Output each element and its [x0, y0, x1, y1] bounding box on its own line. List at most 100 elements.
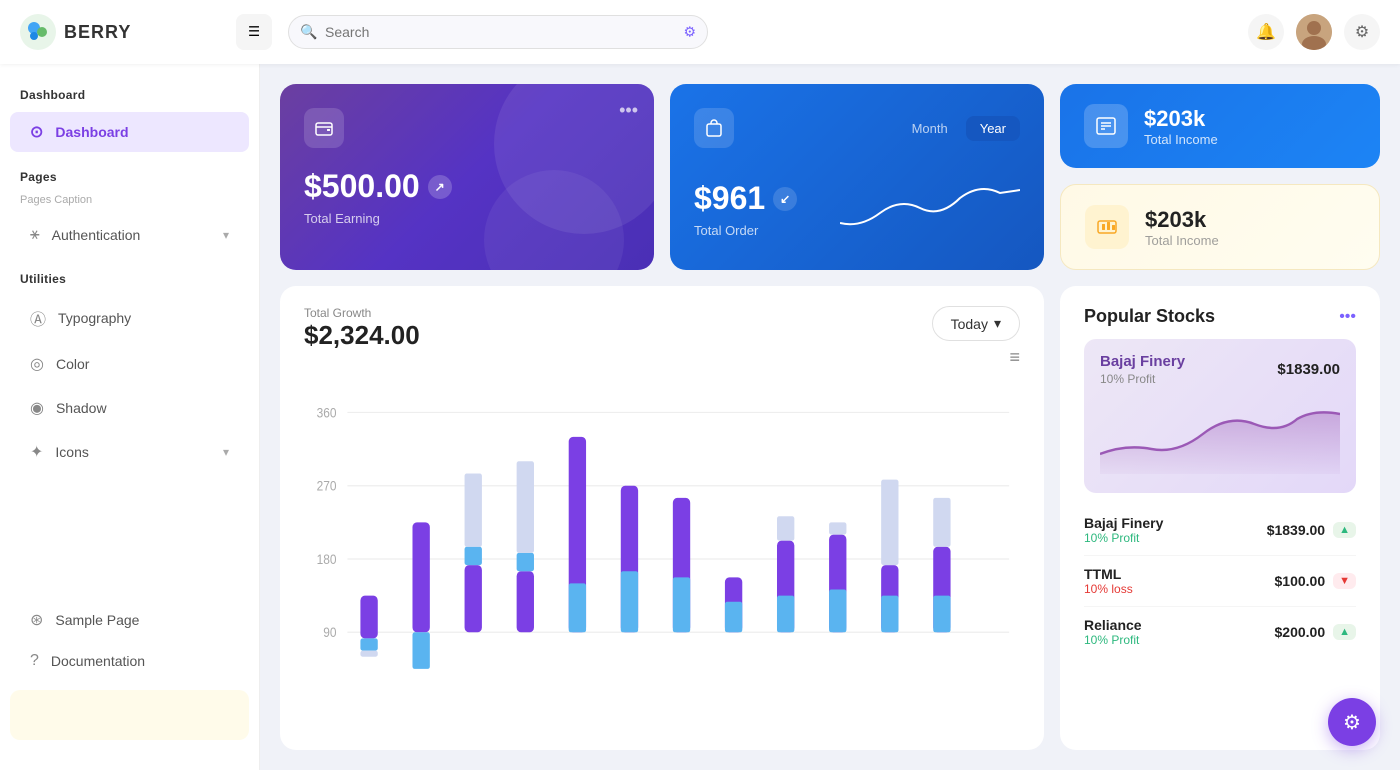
order-card-bottom: $961 ↙ Total Order [694, 160, 1020, 238]
card-total-order: Month Year $961 ↙ Total Order [670, 84, 1044, 270]
featured-stock-profit: 10% Profit [1100, 372, 1185, 386]
avatar-image [1296, 14, 1332, 50]
color-icon: ◎ [30, 354, 44, 374]
main-content: ••• $500.00 ↗ Total Earning [260, 64, 1400, 770]
featured-stock-header: Bajaj Finery 10% Profit $1839.00 [1100, 353, 1340, 386]
stocks-card: Popular Stocks ••• Bajaj Finery 10% Prof… [1060, 286, 1380, 750]
order-wave-chart [840, 178, 1020, 238]
ttml-profit: 10% loss [1084, 582, 1133, 596]
today-label: Today [951, 316, 988, 332]
chart-title-area: Total Growth $2,324.00 [304, 306, 420, 351]
order-label: Total Order [694, 223, 797, 238]
tab-month[interactable]: Month [898, 116, 962, 141]
income-blue-label: Total Income [1144, 132, 1218, 147]
today-filter-button[interactable]: Today ▾ [932, 306, 1020, 341]
chart-amount: $2,324.00 [304, 320, 420, 351]
dashboard-icon: ⊙ [30, 122, 43, 142]
search-input[interactable] [288, 15, 708, 49]
fab-settings-button[interactable]: ⚙ [1328, 698, 1376, 746]
stocks-menu-icon[interactable]: ••• [1339, 308, 1356, 326]
sidebar-typography-label: Typography [58, 310, 229, 326]
notification-button[interactable]: 🔔 [1248, 14, 1284, 50]
sidebar-icons-label: Icons [55, 444, 211, 460]
sidebar-dashboard-label: Dashboard [55, 124, 229, 140]
sidebar-section-utilities: Utilities [0, 268, 259, 294]
sidebar-item-shadow[interactable]: ◉ Shadow [10, 388, 249, 428]
ttml-info: TTML 10% loss [1084, 566, 1133, 596]
chart-header: Total Growth $2,324.00 Today ▾ ≡ [304, 306, 1020, 372]
sidebar-sample-label: Sample Page [55, 612, 229, 628]
sidebar-auth-label: Authentication [52, 227, 211, 243]
sidebar-item-documentation[interactable]: ? Documentation [10, 642, 249, 680]
sidebar-shadow-label: Shadow [56, 400, 229, 416]
settings-button[interactable]: ⚙ [1344, 14, 1380, 50]
sidebar-item-authentication[interactable]: ⚹ Authentication ▾ [10, 216, 249, 254]
ttml-trend-icon: ▼ [1333, 573, 1356, 589]
svg-text:90: 90 [323, 626, 336, 641]
stock-item-bajaj: Bajaj Finery 10% Profit $1839.00 ▲ [1084, 505, 1356, 556]
income-blue-icon [1084, 104, 1128, 148]
sidebar-section-pages: Pages [0, 166, 259, 192]
sample-page-icon: ⊛ [30, 610, 43, 630]
chart-menu-icon[interactable]: ≡ [1009, 347, 1020, 368]
chevron-icon: ▾ [994, 315, 1001, 332]
ttml-right: $100.00 ▼ [1275, 573, 1357, 589]
stocks-header: Popular Stocks ••• [1084, 306, 1356, 327]
reliance-trend-icon: ▲ [1333, 624, 1356, 640]
sidebar-item-sample-page[interactable]: ⊛ Sample Page [10, 600, 249, 640]
right-cards: $203k Total Income $203k [1060, 84, 1380, 270]
tab-year[interactable]: Year [966, 116, 1020, 141]
income-yellow-icon [1085, 205, 1129, 249]
berry-logo-icon [20, 14, 56, 50]
hamburger-button[interactable]: ☰ [236, 14, 272, 50]
bajaj-price: $1839.00 [1267, 522, 1325, 538]
svg-text:360: 360 [317, 406, 337, 421]
order-card-top: Month Year [694, 108, 1020, 148]
typography-icon: Ⓐ [30, 306, 46, 330]
sidebar-item-dashboard[interactable]: ⊙ Dashboard [10, 112, 249, 152]
ttml-name: TTML [1084, 566, 1133, 582]
app-name: BERRY [64, 22, 131, 43]
featured-stock: Bajaj Finery 10% Profit $1839.00 [1084, 339, 1356, 493]
chart-controls: Today ▾ ≡ [932, 306, 1020, 372]
sidebar: Dashboard ⊙ Dashboard Pages Pages Captio… [0, 64, 260, 770]
income-yellow-amount: $203k [1145, 207, 1219, 233]
sidebar-item-color[interactable]: ◎ Color [10, 344, 249, 384]
topbar: BERRY ☰ 🔍 ⚙ 🔔 ⚙ [0, 0, 1400, 64]
sidebar-docs-label: Documentation [51, 653, 229, 669]
search-icon: 🔍 [300, 24, 317, 41]
trend-down-icon: ↙ [773, 187, 797, 211]
featured-stock-chart [1100, 394, 1340, 474]
icons-icon: ✦ [30, 442, 43, 462]
ttml-price: $100.00 [1275, 573, 1326, 589]
gear-icon: ⚙ [1355, 22, 1369, 42]
sidebar-item-icons[interactable]: ✦ Icons ▾ [10, 432, 249, 472]
bajaj-right: $1839.00 ▲ [1267, 522, 1356, 538]
featured-stock-name: Bajaj Finery [1100, 353, 1185, 370]
chart-card: Total Growth $2,324.00 Today ▾ ≡ [280, 286, 1044, 750]
sidebar-footer [10, 690, 249, 740]
card-total-earning: ••• $500.00 ↗ Total Earning [280, 84, 654, 270]
filter-icon[interactable]: ⚙ [683, 24, 696, 41]
svg-text:180: 180 [317, 552, 337, 567]
trend-up-icon: ↗ [428, 175, 452, 199]
order-amount: $961 ↙ [694, 180, 797, 217]
stock-item-ttml: TTML 10% loss $100.00 ▼ [1084, 556, 1356, 607]
sidebar-section-dashboard: Dashboard [0, 84, 259, 110]
cards-row: ••• $500.00 ↗ Total Earning [280, 84, 1380, 270]
sidebar-item-typography[interactable]: Ⓐ Typography [10, 296, 249, 340]
fab-gear-icon: ⚙ [1343, 710, 1361, 735]
avatar[interactable] [1296, 14, 1332, 50]
sidebar-pages-caption: Pages Caption [0, 192, 259, 214]
wallet-icon [304, 108, 344, 148]
chevron-down-icon: ▾ [223, 228, 229, 242]
reliance-price: $200.00 [1275, 624, 1326, 640]
card-menu-icon[interactable]: ••• [619, 100, 638, 121]
bajaj-profit: 10% Profit [1084, 531, 1163, 545]
income-yellow-info: $203k Total Income [1145, 207, 1219, 248]
card-income-blue: $203k Total Income [1060, 84, 1380, 168]
bajaj-name: Bajaj Finery [1084, 515, 1163, 531]
income-yellow-label: Total Income [1145, 233, 1219, 248]
bottom-row: Total Growth $2,324.00 Today ▾ ≡ [280, 286, 1380, 750]
main-layout: Dashboard ⊙ Dashboard Pages Pages Captio… [0, 64, 1400, 770]
